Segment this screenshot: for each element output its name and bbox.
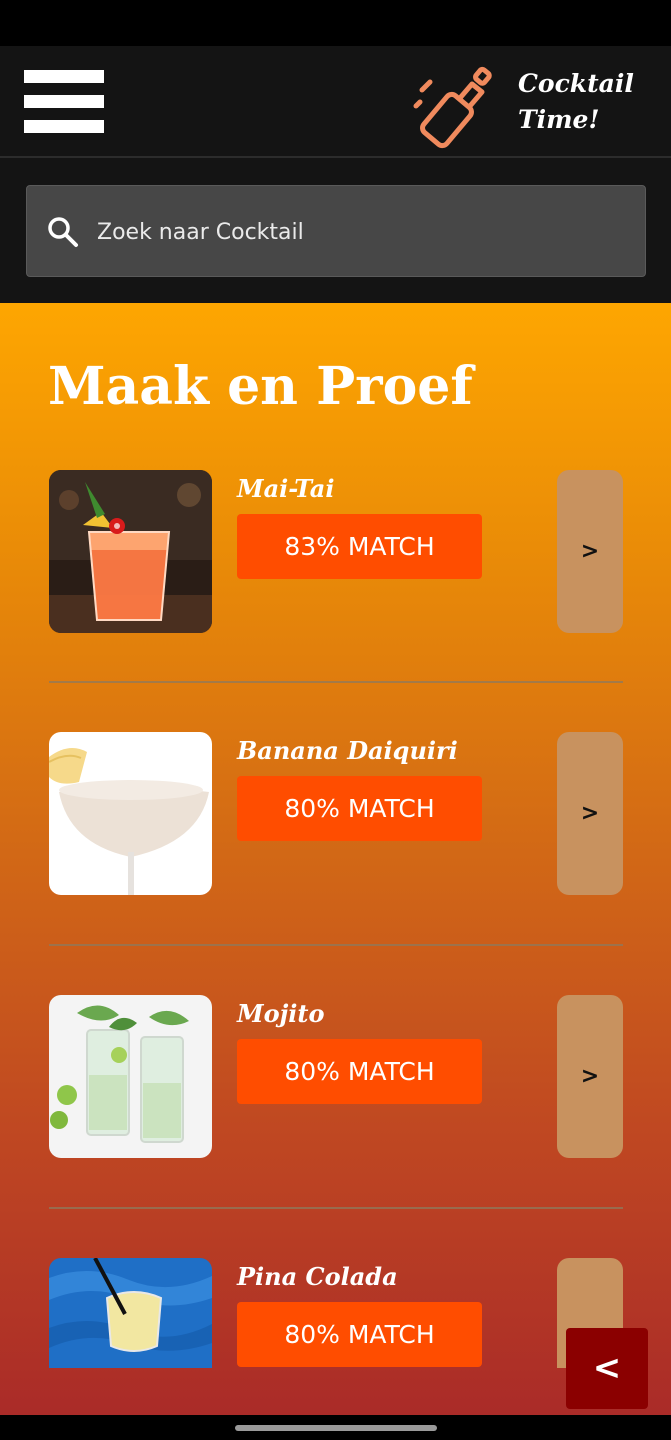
search-icon xyxy=(48,217,78,247)
cocktail-card[interactable]: Mai-Tai 83% MATCH > xyxy=(49,470,623,634)
divider xyxy=(49,1207,623,1209)
page-title: Maak en Proef xyxy=(48,356,473,417)
search-field[interactable] xyxy=(26,185,646,277)
cocktail-image-pina-colada xyxy=(49,1258,212,1368)
status-bar xyxy=(0,0,671,46)
match-badge: 80% MATCH xyxy=(237,776,482,841)
divider xyxy=(49,944,623,946)
match-badge: 80% MATCH xyxy=(237,1039,482,1104)
main-content: Maak en Proef Mai-Tai 83% MATCH > Banana… xyxy=(0,303,671,1415)
cocktail-image-banana-daiquiri xyxy=(49,732,212,895)
home-indicator[interactable] xyxy=(235,1425,437,1431)
cocktail-shaker-icon xyxy=(413,66,492,149)
search-input[interactable] xyxy=(97,212,617,252)
view-cocktail-button[interactable]: > xyxy=(557,470,623,633)
cocktail-name: Mojito xyxy=(237,999,325,1028)
system-navigation-bar xyxy=(0,1415,671,1440)
cocktail-card[interactable]: Pina Colada 80% MATCH > xyxy=(49,1258,623,1368)
match-badge: 80% MATCH xyxy=(237,1302,482,1367)
app-header: Cocktail Time! xyxy=(0,46,671,158)
cocktail-name: Banana Daiquiri xyxy=(237,736,458,765)
hamburger-menu-icon[interactable] xyxy=(24,70,104,134)
cocktail-image-mai-tai xyxy=(49,470,212,633)
divider xyxy=(49,681,623,683)
cocktail-card[interactable]: Mojito 80% MATCH > xyxy=(49,995,623,1159)
cocktail-name: Pina Colada xyxy=(237,1262,398,1291)
match-badge: 83% MATCH xyxy=(237,514,482,579)
view-cocktail-button[interactable]: > xyxy=(557,732,623,895)
search-bar xyxy=(0,158,671,303)
brand-name: Cocktail Time! xyxy=(518,69,634,134)
back-button[interactable]: < xyxy=(566,1328,648,1409)
view-cocktail-button[interactable]: > xyxy=(557,995,623,1158)
cocktail-image-mojito xyxy=(49,995,212,1158)
cocktail-card[interactable]: Banana Daiquiri 80% MATCH > xyxy=(49,732,623,896)
cocktail-name: Mai-Tai xyxy=(237,474,335,503)
